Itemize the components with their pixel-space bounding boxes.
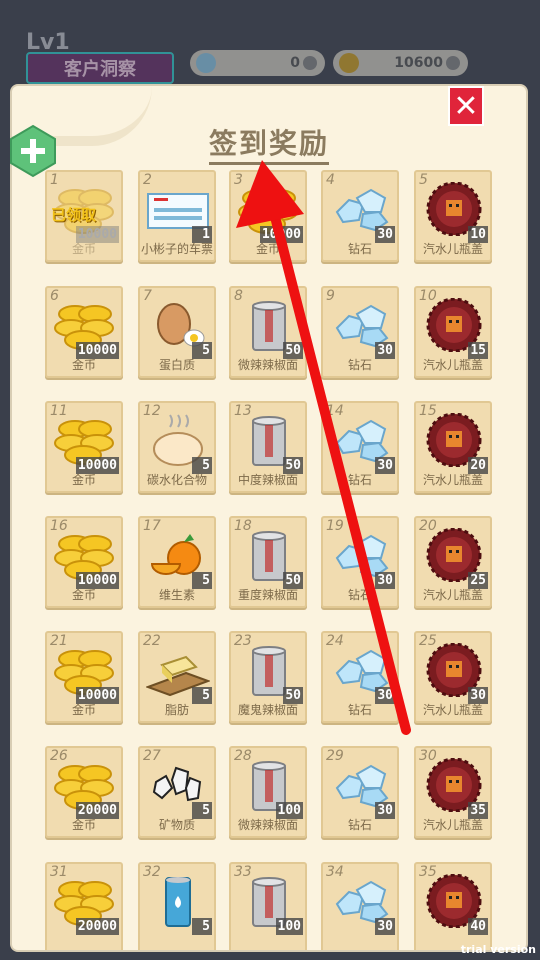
app-screen: Lv1 客户洞察 0 10600 签到奖励 1 10000 已领取 金币 2 1 小彬子的车… xyxy=(0,0,540,960)
client-insight-button[interactable]: 客户洞察 xyxy=(26,52,174,84)
reward-name: 蛋白质 xyxy=(158,358,195,372)
reward-cell-day-20[interactable]: 20 25 汽水儿瓶盖 xyxy=(414,516,492,608)
reward-cell-day-1[interactable]: 1 10000 已领取 金币 xyxy=(45,170,123,262)
reward-cell-day-15[interactable]: 15 20 汽水儿瓶盖 xyxy=(414,401,492,493)
reward-cell-day-34[interactable]: 34 30 xyxy=(321,862,399,950)
reward-cell-day-18[interactable]: 18 50 重度辣椒面 xyxy=(229,516,307,608)
expand-button[interactable] xyxy=(6,124,60,178)
reward-name: 汽水儿瓶盖 xyxy=(422,818,483,832)
reward-name: 汽水儿瓶盖 xyxy=(422,358,483,372)
plus-icon-bar xyxy=(21,148,45,154)
reward-name: 矿物质 xyxy=(158,818,195,832)
reward-name: 金币 xyxy=(71,242,96,256)
coin-counter[interactable]: 10600 xyxy=(333,50,468,76)
reward-name: 微辣辣椒面 xyxy=(237,358,298,372)
signin-reward-dialog: 签到奖励 1 10000 已领取 金币 2 1 小彬子的车票 3 10000 金币 4 30 钻石 5 10… xyxy=(12,86,526,950)
reward-quantity: 30 xyxy=(375,918,395,935)
reward-quantity: 40 xyxy=(468,918,488,935)
reward-name: 金币 xyxy=(71,703,96,717)
reward-name: 金币 xyxy=(71,358,96,372)
reward-cell-day-16[interactable]: 16 10000 金币 xyxy=(45,516,123,608)
coin-icon xyxy=(339,53,359,73)
reward-name: 中度辣椒面 xyxy=(237,473,298,487)
reward-cell-day-29[interactable]: 29 30 钻石 xyxy=(321,746,399,838)
reward-cell-day-3[interactable]: 3 10000 金币 xyxy=(229,170,307,262)
diamond-counter[interactable]: 0 xyxy=(190,50,325,76)
reward-name: 汽水儿瓶盖 xyxy=(422,473,483,487)
reward-cell-day-13[interactable]: 13 50 中度辣椒面 xyxy=(229,401,307,493)
reward-name: 维生素 xyxy=(158,588,195,602)
reward-name: 魔鬼辣椒面 xyxy=(237,703,298,717)
reward-cell-day-19[interactable]: 19 30 钻石 xyxy=(321,516,399,608)
trial-watermark: trial version xyxy=(460,943,536,956)
reward-name: 汽水儿瓶盖 xyxy=(422,242,483,256)
reward-name: 钻石 xyxy=(347,242,372,256)
reward-name: 汽水儿瓶盖 xyxy=(422,588,483,602)
reward-cell-day-12[interactable]: 12 5 碳水化合物 xyxy=(138,401,216,493)
reward-name: 小彬子的车票 xyxy=(140,242,213,256)
close-icon: ✕ xyxy=(453,88,479,124)
reward-name: 钻石 xyxy=(347,358,372,372)
reward-name: 金币 xyxy=(255,242,280,256)
reward-cell-day-8[interactable]: 8 50 微辣辣椒面 xyxy=(229,286,307,378)
reward-name: 脂肪 xyxy=(164,703,189,717)
add-icon xyxy=(303,56,317,70)
reward-name: 金币 xyxy=(71,473,96,487)
reward-cell-day-26[interactable]: 26 20000 金币 xyxy=(45,746,123,838)
reward-name: 重度辣椒面 xyxy=(237,588,298,602)
reward-name: 碳水化合物 xyxy=(146,473,207,487)
reward-name: 金币 xyxy=(71,588,96,602)
reward-cell-day-30[interactable]: 30 35 汽水儿瓶盖 xyxy=(414,746,492,838)
reward-name: 钻石 xyxy=(347,588,372,602)
reward-cell-day-28[interactable]: 28 100 微辣辣椒面 xyxy=(229,746,307,838)
reward-quantity: 5 xyxy=(192,918,212,935)
reward-cell-day-33[interactable]: 33 100 xyxy=(229,862,307,950)
reward-cell-day-6[interactable]: 6 10000 金币 xyxy=(45,286,123,378)
reward-cell-day-5[interactable]: 5 10 汽水儿瓶盖 xyxy=(414,170,492,262)
reward-cell-day-2[interactable]: 2 1 小彬子的车票 xyxy=(138,170,216,262)
reward-cell-day-25[interactable]: 25 30 汽水儿瓶盖 xyxy=(414,631,492,723)
reward-quantity: 20000 xyxy=(75,918,119,935)
reward-cell-day-23[interactable]: 23 50 魔鬼辣椒面 xyxy=(229,631,307,723)
reward-cell-day-11[interactable]: 11 10000 金币 xyxy=(45,401,123,493)
add-icon xyxy=(446,56,460,70)
reward-name: 钻石 xyxy=(347,703,372,717)
reward-name: 微辣辣椒面 xyxy=(237,818,298,832)
reward-cell-day-14[interactable]: 14 30 钻石 xyxy=(321,401,399,493)
reward-cell-day-7[interactable]: 7 5 蛋白质 xyxy=(138,286,216,378)
reward-cell-day-17[interactable]: 17 5 维生素 xyxy=(138,516,216,608)
reward-cell-day-32[interactable]: 32 5 xyxy=(138,862,216,950)
coin-amount: 10600 xyxy=(394,55,443,71)
reward-name: 钻石 xyxy=(347,473,372,487)
dialog-title: 签到奖励 xyxy=(12,122,526,165)
reward-cell-day-31[interactable]: 31 20000 xyxy=(45,862,123,950)
diamond-icon xyxy=(196,53,216,73)
reward-cell-day-22[interactable]: 22 5 脂肪 xyxy=(138,631,216,723)
reward-cell-day-35[interactable]: 35 40 xyxy=(414,862,492,950)
close-button[interactable]: ✕ xyxy=(448,86,484,126)
reward-quantity: 100 xyxy=(275,918,303,935)
reward-name: 金币 xyxy=(71,818,96,832)
reward-cell-day-27[interactable]: 27 5 矿物质 xyxy=(138,746,216,838)
reward-cell-day-4[interactable]: 4 30 钻石 xyxy=(321,170,399,262)
claimed-label: 已领取 xyxy=(51,206,97,224)
diamond-amount: 0 xyxy=(290,55,300,71)
reward-cell-day-24[interactable]: 24 30 钻石 xyxy=(321,631,399,723)
reward-cell-day-10[interactable]: 10 15 汽水儿瓶盖 xyxy=(414,286,492,378)
reward-name: 汽水儿瓶盖 xyxy=(422,703,483,717)
dialog-title-text: 签到奖励 xyxy=(208,127,329,165)
reward-cell-day-21[interactable]: 21 10000 金币 xyxy=(45,631,123,723)
reward-name: 钻石 xyxy=(347,818,372,832)
reward-cell-day-9[interactable]: 9 30 钻石 xyxy=(321,286,399,378)
